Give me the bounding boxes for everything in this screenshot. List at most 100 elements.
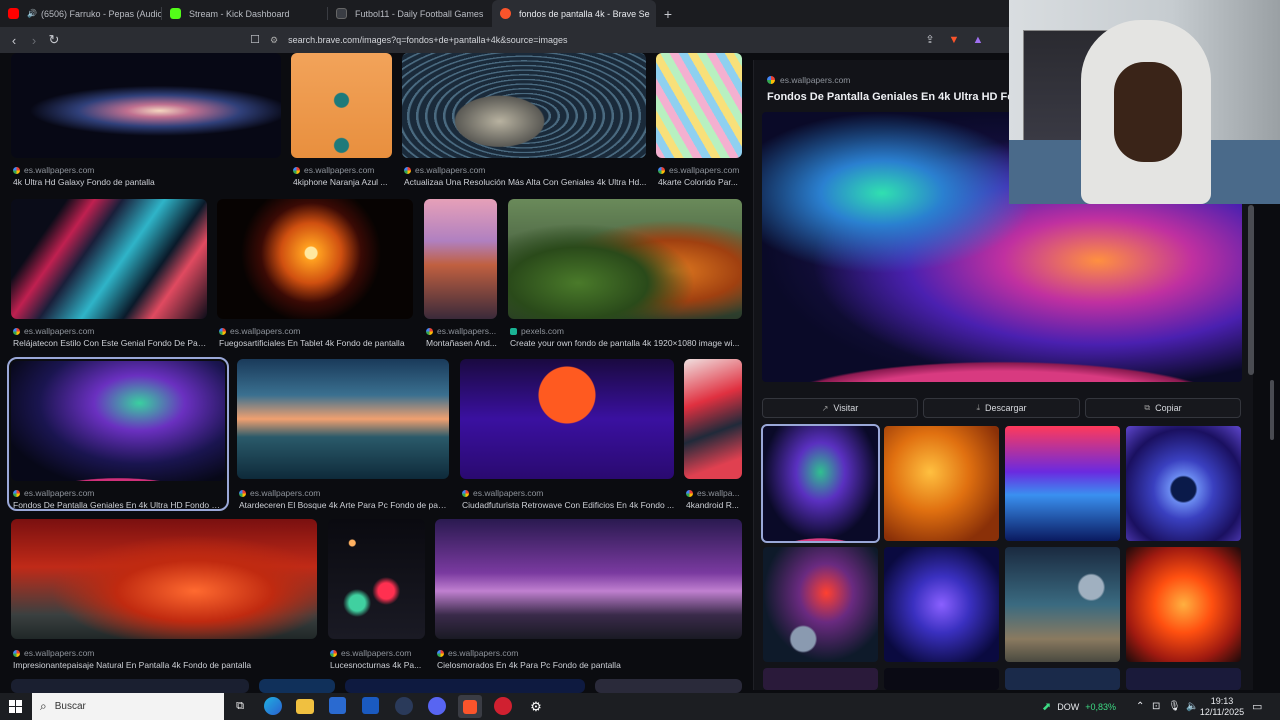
result-caption[interactable]: Cielosmorados En 4k Para Pc Fondo de pan… <box>437 660 744 670</box>
related-image[interactable] <box>763 668 878 690</box>
image-result[interactable]: es.wallpapers.com 4kiphone Naranja Azul … <box>291 53 393 193</box>
result-source[interactable]: pexels.com <box>521 326 564 336</box>
related-image[interactable] <box>1126 668 1241 690</box>
result-source[interactable]: es.wallpapers... <box>437 326 496 336</box>
result-caption[interactable]: Ciudadfuturista Retrowave Con Edificios … <box>462 500 676 510</box>
obs-icon[interactable] <box>494 697 512 715</box>
result-thumbnail[interactable] <box>460 359 674 479</box>
result-caption[interactable]: 4karte Colorido Par... <box>658 177 744 187</box>
share-icon[interactable]: ⇪ <box>922 32 938 48</box>
result-caption[interactable]: Actualizaa Una Resolución Más Alta Con G… <box>404 177 648 187</box>
result-thumbnail[interactable] <box>402 53 646 158</box>
result-thumbnail[interactable] <box>508 199 742 319</box>
result-thumbnail[interactable] <box>328 519 425 639</box>
result-caption[interactable]: Montañasen And... <box>426 338 499 348</box>
image-result[interactable]: pexels.com Create your own fondo de pant… <box>508 199 742 349</box>
image-result[interactable]: es.wallpapers.com Impresionantepaisaje N… <box>11 519 319 670</box>
discord-icon[interactable] <box>428 697 446 715</box>
address-bar[interactable]: ⚙ search.brave.com/images?q=fondos+de+pa… <box>270 27 568 53</box>
result-caption[interactable]: Create your own fondo de pantalla 4k 192… <box>510 338 742 348</box>
result-caption[interactable]: Fondos De Pantalla Geniales En 4k Ultra … <box>13 500 223 510</box>
image-result[interactable]: es.wallpapers.com Ciudadfuturista Retrow… <box>460 359 676 510</box>
result-source[interactable]: es.wallpapers.com <box>341 648 411 658</box>
result-thumbnail[interactable] <box>11 361 225 481</box>
related-image[interactable] <box>1126 426 1241 541</box>
image-result[interactable]: es.wallpapers.com Atardeceren El Bosque … <box>237 359 451 510</box>
volume-icon[interactable]: 🔈 <box>1186 693 1198 720</box>
task-view-icon[interactable]: ⧉ <box>230 697 250 716</box>
brave-taskbar-button[interactable] <box>458 695 482 718</box>
result-caption[interactable]: 4kiphone Naranja Azul ... <box>293 177 393 187</box>
result-source[interactable]: es.wallpapers.com <box>24 488 94 498</box>
result-thumbnail[interactable] <box>11 199 207 319</box>
result-thumbnail[interactable] <box>11 519 317 639</box>
image-result[interactable]: es.wallpapers.com 4k Ultra Hd Galaxy Fon… <box>11 53 281 193</box>
image-result[interactable]: es.wallpapers... Montañasen And... <box>424 199 498 349</box>
result-thumbnail[interactable] <box>217 199 413 319</box>
result-thumbnail[interactable] <box>656 53 742 158</box>
mail-icon[interactable] <box>362 697 379 714</box>
site-info-icon[interactable]: ⚙ <box>270 35 278 46</box>
panel-scrollbar[interactable] <box>1248 205 1254 375</box>
show-hidden-icons[interactable]: ⌃ <box>1136 693 1144 720</box>
settings-gear-icon[interactable]: ⚙ <box>526 697 546 716</box>
page-scrollbar[interactable] <box>1270 380 1274 440</box>
visit-button[interactable]: ↗ Visitar <box>762 398 918 418</box>
result-thumbnail[interactable] <box>424 199 497 319</box>
edge-icon[interactable] <box>264 697 282 715</box>
result-caption[interactable]: Atardeceren El Bosque 4k Arte Para Pc Fo… <box>239 500 451 510</box>
brave-rewards-icon[interactable]: ▲ <box>970 32 986 48</box>
image-result[interactable]: es.wallpapers.com 4karte Colorido Par... <box>656 53 742 193</box>
result-thumbnail[interactable] <box>684 359 742 479</box>
back-icon[interactable]: ‹ <box>4 33 24 48</box>
result-source[interactable]: es.wallpapers.com <box>230 326 300 336</box>
result-source[interactable]: es.wallpapers.com <box>415 165 485 175</box>
related-image[interactable] <box>884 547 999 662</box>
image-result[interactable]: es.wallpapers.com Lucesnocturnas 4k Pa..… <box>328 519 427 670</box>
related-image[interactable] <box>1005 547 1120 662</box>
related-image[interactable] <box>1005 668 1120 690</box>
windows-start-icon[interactable] <box>9 700 22 713</box>
result-thumbnail[interactable] <box>595 679 742 693</box>
result-thumbnail[interactable] <box>11 679 249 693</box>
clock[interactable]: 19:13 12/11/2025 <box>1200 693 1244 720</box>
reload-icon[interactable]: ↻ <box>44 32 64 48</box>
result-source[interactable]: es.wallpa... <box>697 488 740 498</box>
tab-brave-search[interactable]: fondos de pantalla 4k - Brave Se ✕ <box>492 0 656 27</box>
tab-futbol11[interactable]: Futbol11 - Daily Football Games <box>328 0 492 27</box>
image-result[interactable]: es.wallpa... 4kandroid R... <box>684 359 744 510</box>
microphone-icon[interactable]: 🎙 <box>1168 693 1181 720</box>
result-source[interactable]: es.wallpapers.com <box>473 488 543 498</box>
result-caption[interactable]: Impresionantepaisaje Natural En Pantalla… <box>13 660 319 670</box>
steam-icon[interactable] <box>395 697 413 715</box>
related-image[interactable] <box>884 668 999 690</box>
result-thumbnail[interactable] <box>11 53 281 158</box>
result-thumbnail[interactable] <box>237 359 449 479</box>
stock-widget[interactable]: ⬈ DOW +0,83% <box>1042 693 1116 720</box>
copy-button[interactable]: ⧉ Copiar <box>1085 398 1241 418</box>
result-caption[interactable]: 4kandroid R... <box>686 500 744 510</box>
result-thumbnail[interactable] <box>435 519 742 639</box>
image-result[interactable]: es.wallpapers.com Actualizaa Una Resoluc… <box>402 53 647 193</box>
new-tab-button[interactable]: + <box>656 6 680 22</box>
close-tab-icon[interactable]: ✕ <box>650 7 657 20</box>
file-explorer-icon[interactable] <box>296 699 314 714</box>
forward-icon[interactable]: › <box>24 33 44 48</box>
result-source[interactable]: es.wallpapers.com <box>448 648 518 658</box>
speaker-icon[interactable]: 🔊 <box>27 9 37 18</box>
result-source[interactable]: es.wallpapers.com <box>304 165 374 175</box>
brave-shields-icon[interactable]: ▼ <box>946 32 962 48</box>
related-image[interactable] <box>884 426 999 541</box>
image-result-selected[interactable]: es.wallpapers.com Fondos De Pantalla Gen… <box>7 357 229 511</box>
preview-source[interactable]: es.wallpapers.com <box>767 75 850 85</box>
result-source[interactable]: es.wallpapers.com <box>24 648 94 658</box>
image-result[interactable]: es.wallpapers.com Relájatecon Estilo Con… <box>11 199 209 349</box>
taskbar-search[interactable]: ⌕ Buscar <box>32 693 224 720</box>
preview-title[interactable]: Fondos De Pantalla Geniales En 4k Ultra … <box>767 91 1021 103</box>
result-thumbnail[interactable] <box>345 679 585 693</box>
result-caption[interactable]: Lucesnocturnas 4k Pa... <box>330 660 427 670</box>
result-source[interactable]: es.wallpapers.com <box>24 326 94 336</box>
result-caption[interactable]: Relájatecon Estilo Con Este Genial Fondo… <box>13 338 209 348</box>
image-result[interactable]: es.wallpapers.com Cielosmorados En 4k Pa… <box>435 519 744 670</box>
related-image-selected[interactable] <box>761 424 880 543</box>
